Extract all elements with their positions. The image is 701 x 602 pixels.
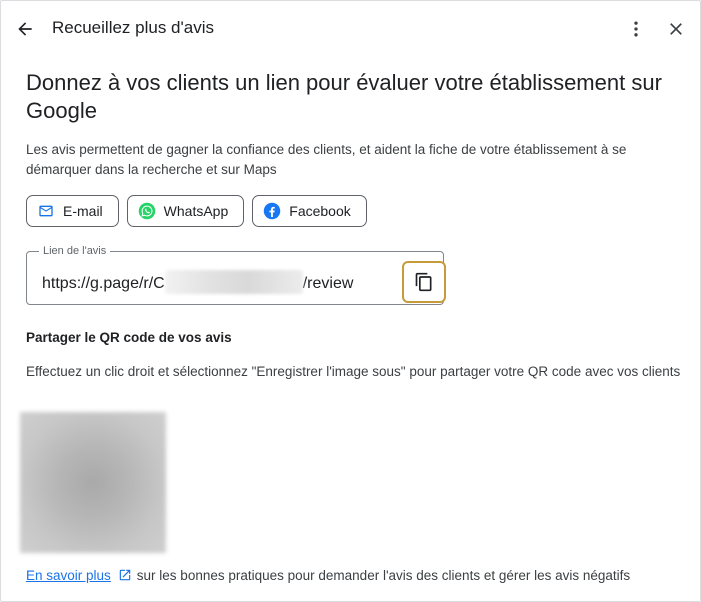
share-whatsapp-label: WhatsApp <box>163 203 229 219</box>
copy-icon <box>415 272 432 292</box>
dialog: Recueillez plus d'avis Donnez à vos clie… <box>0 0 701 602</box>
whatsapp-icon <box>138 202 156 220</box>
close-icon <box>670 23 682 35</box>
qr-code-image[interactable] <box>20 412 166 553</box>
review-link-field[interactable]: Lien de l'avis https://g.page/r/C/review <box>26 244 444 305</box>
facebook-icon <box>263 202 281 220</box>
dialog-title: Recueillez plus d'avis <box>52 18 214 37</box>
footer-text: sur les bonnes pratiques pour demander l… <box>136 567 631 583</box>
arrow-left-icon <box>18 22 32 36</box>
review-link-label: Lien de l'avis <box>39 244 111 258</box>
share-facebook-label: Facebook <box>289 203 351 219</box>
footer-note: En savoir plus sur les bonnes pratiques … <box>26 567 630 583</box>
page-description: Les avis permettent de gagner la confian… <box>26 142 627 177</box>
qr-heading: Partager le QR code de vos avis <box>26 330 232 345</box>
close-button[interactable] <box>662 15 690 43</box>
share-email-button[interactable]: E-mail <box>26 195 119 227</box>
back-button[interactable] <box>11 15 39 43</box>
dialog-header: Recueillez plus d'avis <box>1 1 700 57</box>
share-buttons: E-mail WhatsApp Facebook <box>26 195 367 227</box>
share-facebook-button[interactable]: Facebook <box>252 195 367 227</box>
more-vert-icon <box>634 21 638 37</box>
review-link-suffix: /review <box>302 275 354 292</box>
page-title: Donnez à vos clients un lien pour évalue… <box>26 70 662 123</box>
qr-description: Effectuez un clic droit et sélectionnez … <box>26 364 681 379</box>
copy-link-button[interactable] <box>402 261 446 303</box>
share-whatsapp-button[interactable]: WhatsApp <box>126 195 245 227</box>
share-email-label: E-mail <box>63 203 103 219</box>
review-link-text[interactable]: https://g.page/r/C/review <box>42 270 353 294</box>
redacted-link-part <box>164 270 303 294</box>
open-in-new-icon <box>117 567 133 583</box>
more-options-button[interactable] <box>623 15 649 43</box>
learn-more-link[interactable]: En savoir plus <box>26 568 111 583</box>
mail-icon <box>37 202 55 220</box>
review-link-prefix: https://g.page/r/C <box>42 275 165 292</box>
